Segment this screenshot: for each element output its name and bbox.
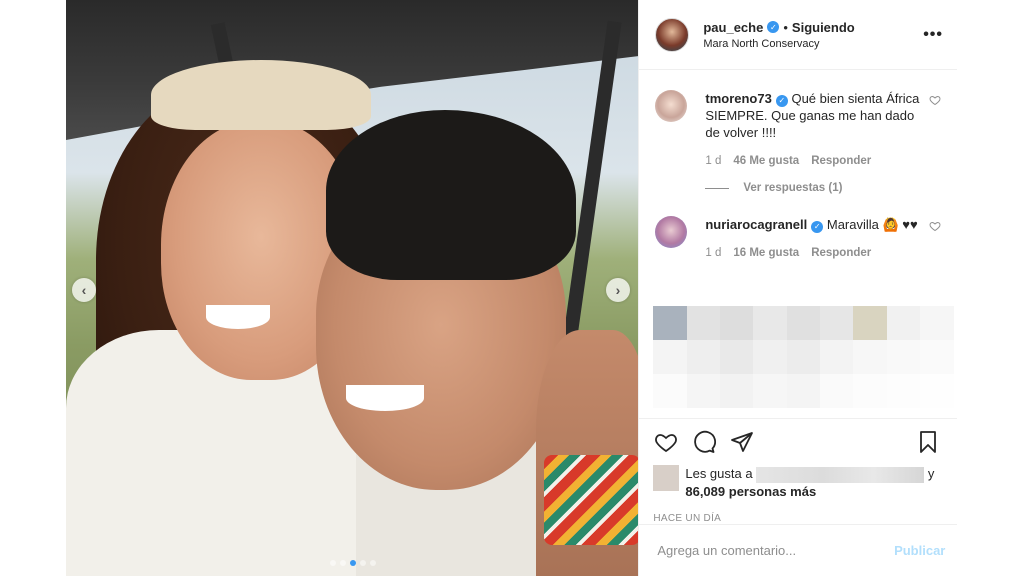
liker-avatar[interactable] <box>653 465 680 491</box>
carousel-dot <box>329 560 336 566</box>
post-actions: Les gusta a y 86,089 personas más HACE U… <box>639 418 958 524</box>
comment-meta: 1 d 16 Me gusta Responder <box>705 245 923 262</box>
blurred-cell <box>786 340 821 374</box>
post-header: pau_eche ✓ • Siguiendo Mara North Conser… <box>639 0 957 70</box>
carousel-prev-button[interactable]: ‹ <box>72 278 96 302</box>
comment-age[interactable]: 1 d <box>705 153 721 170</box>
carousel-dot <box>349 560 356 566</box>
comment-input[interactable] <box>655 542 895 559</box>
blurred-cell <box>720 306 754 340</box>
blurred-cell <box>653 374 688 408</box>
heart-icon[interactable] <box>653 429 679 455</box>
commenter-avatar[interactable] <box>655 216 688 248</box>
headband <box>151 60 371 130</box>
comments-list: tmoreno73 ✓ Qué bien sienta África SIEMPR… <box>639 70 957 262</box>
publish-button[interactable]: Publicar <box>894 543 945 558</box>
owner-username[interactable]: pau_eche <box>703 20 763 35</box>
comment-item: tmoreno73 ✓ Qué bien sienta África SIEMPR… <box>655 90 941 170</box>
blurred-cell <box>720 340 754 374</box>
blurred-cell <box>886 374 921 408</box>
comment-meta: 1 d 46 Me gusta Responder <box>705 153 923 170</box>
likes-prefix: Les gusta a <box>685 466 753 481</box>
man-smile <box>346 385 424 411</box>
blurred-cell <box>853 374 888 408</box>
reply-button[interactable]: Responder <box>811 245 871 262</box>
blurred-cell <box>720 374 754 408</box>
blurred-cell <box>920 374 954 408</box>
comment-likes[interactable]: 46 Me gusta <box>733 153 799 170</box>
blurred-cell <box>820 306 854 340</box>
comment-age[interactable]: 1 d <box>705 245 721 262</box>
following-button[interactable]: Siguiendo <box>792 20 855 35</box>
blurred-cell <box>753 374 788 408</box>
blurred-cell <box>786 374 821 408</box>
likes-and: y <box>927 466 935 481</box>
comment-icon[interactable] <box>691 429 717 455</box>
blurred-cell <box>686 306 721 340</box>
comment-username[interactable]: nuriarocagranell <box>705 217 807 232</box>
post-side-panel: pau_eche ✓ • Siguiendo Mara North Conser… <box>638 0 958 576</box>
comment-text: Maravilla 🙆 ♥♥ <box>826 217 918 232</box>
likes-count[interactable]: 86,089 <box>685 484 725 499</box>
blurred-cell <box>686 340 721 374</box>
carousel-dot <box>339 560 346 566</box>
likes-suffix[interactable]: personas más <box>729 484 816 499</box>
verified-badge-icon: ✓ <box>775 94 788 107</box>
blurred-cell <box>753 306 788 340</box>
blurred-cell <box>886 306 921 340</box>
comment-item: nuriarocagranell ✓ Maravilla 🙆 ♥♥ 1 d 16 … <box>655 216 941 262</box>
blurred-liker-name <box>756 466 925 483</box>
commenter-avatar[interactable] <box>655 90 688 122</box>
blurred-content <box>653 306 954 410</box>
beaded-bracelet <box>544 455 639 545</box>
blurred-cell <box>820 340 854 374</box>
view-replies-label: Ver respuestas (1) <box>743 182 843 194</box>
blurred-cell <box>653 340 688 374</box>
bookmark-icon[interactable] <box>915 429 941 455</box>
view-replies-button[interactable]: Ver respuestas (1) <box>705 182 941 194</box>
carousel-dot <box>369 560 376 566</box>
carousel-dot <box>359 560 366 566</box>
add-comment-bar: Publicar <box>639 524 958 576</box>
blurred-cell <box>853 306 888 340</box>
blurred-cell <box>686 374 721 408</box>
share-icon[interactable] <box>729 429 755 455</box>
blurred-cell <box>653 306 688 340</box>
comment-likes[interactable]: 16 Me gusta <box>733 245 799 262</box>
post-timestamp[interactable]: HACE UN DÍA <box>653 513 941 524</box>
post-location[interactable]: Mara North Conservacy <box>703 38 923 50</box>
owner-avatar[interactable] <box>655 17 690 52</box>
owner-info: pau_eche ✓ • Siguiendo Mara North Conser… <box>703 20 923 50</box>
post-photo[interactable]: ‹ › <box>66 0 639 576</box>
separator-dot: • <box>783 19 788 35</box>
blurred-cell <box>753 340 788 374</box>
blurred-cell <box>920 306 954 340</box>
woman-smile <box>206 305 270 329</box>
blurred-cell <box>786 306 821 340</box>
likes-summary: Les gusta a y 86,089 personas más <box>653 465 941 501</box>
verified-badge-icon: ✓ <box>767 21 780 33</box>
verified-badge-icon: ✓ <box>811 220 824 233</box>
blurred-cell <box>920 340 954 374</box>
blurred-cell <box>853 340 888 374</box>
blurred-cell <box>820 374 854 408</box>
comment-like-icon[interactable] <box>923 216 941 262</box>
replies-line <box>705 187 730 189</box>
comment-like-icon[interactable] <box>923 90 941 170</box>
carousel-next-button[interactable]: › <box>606 278 630 302</box>
reply-button[interactable]: Responder <box>811 153 871 170</box>
more-options-icon[interactable]: ••• <box>923 26 943 44</box>
man-hair <box>326 110 576 280</box>
blurred-cell <box>886 340 921 374</box>
comment-username[interactable]: tmoreno73 <box>705 91 771 106</box>
instagram-post: ‹ › pau_eche ✓ • Siguiendo Mara North Co… <box>66 0 958 576</box>
carousel-indicator <box>66 560 638 566</box>
